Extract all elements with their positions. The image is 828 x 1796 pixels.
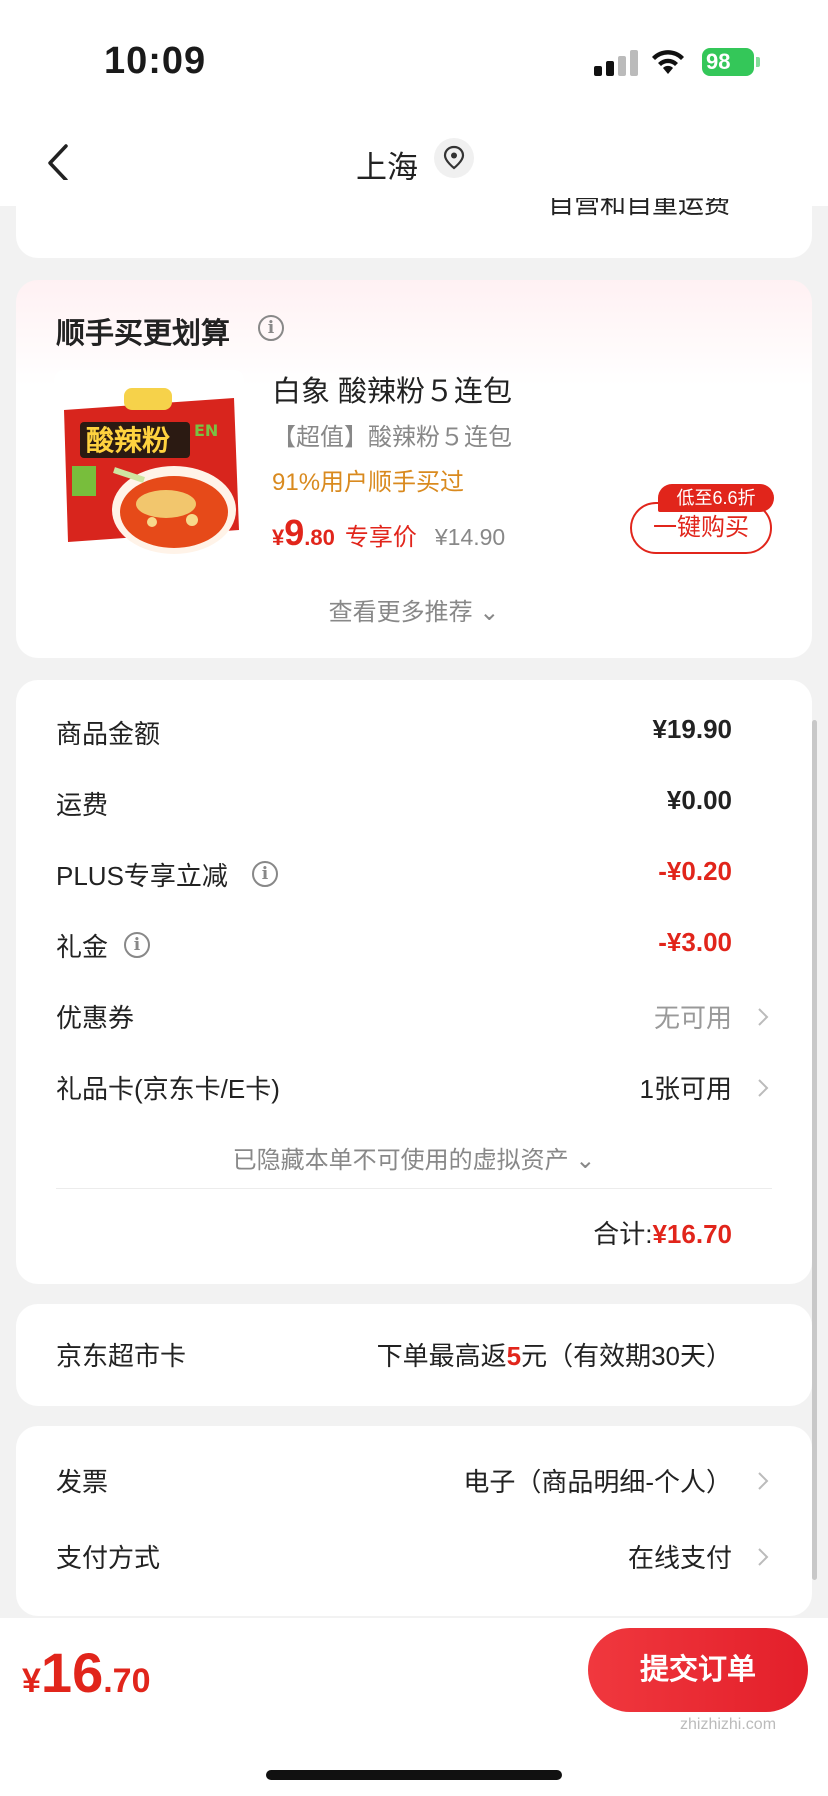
previous-section-text: 自营和自重运费	[547, 198, 730, 216]
total-label: 合计:	[593, 1219, 653, 1249]
row-gift-card[interactable]: 礼品卡(京东卡/E卡) 1张可用	[56, 1069, 732, 1109]
price-symbol: ¥	[22, 1662, 41, 1700]
row-value: 1张可用	[639, 1074, 732, 1104]
row-value: ¥0.00	[666, 785, 732, 815]
row-label: 优惠券	[56, 1003, 135, 1033]
price-integer: 9	[284, 512, 305, 553]
more-recommendations-link[interactable]: 查看更多推荐 ⌄	[16, 592, 812, 627]
row-value: 在线支付	[627, 1543, 732, 1573]
row-label: 发票	[56, 1467, 109, 1497]
recommend-title: 顺手买更划算	[56, 318, 231, 350]
row-value: ¥19.90	[652, 714, 732, 744]
value-number: 5	[506, 1341, 522, 1371]
row-value: 无可用	[653, 1003, 732, 1033]
submit-order-button[interactable]: 提交订单	[588, 1628, 808, 1712]
row-invoice[interactable]: 发票 电子（商品明细-个人）	[56, 1462, 732, 1502]
price-integer: 16	[40, 1641, 104, 1704]
location-pin-icon	[443, 145, 465, 170]
total-row: 合计:¥16.70	[593, 1214, 732, 1251]
row-goods-amount: 商品金额 ¥19.90	[56, 714, 732, 754]
svg-text:EN: EN	[194, 421, 218, 440]
row-label: 京东超市卡	[56, 1341, 187, 1371]
bottom-bar: ¥16.70 提交订单	[0, 1618, 828, 1796]
signal-icon	[594, 50, 638, 76]
row-label: 礼品卡(京东卡/E卡)	[56, 1074, 280, 1104]
row-label: 礼金	[56, 932, 109, 962]
battery-level: 98	[706, 49, 731, 74]
chevron-right-icon	[758, 1548, 769, 1566]
row-payment[interactable]: 支付方式 在线支付	[56, 1538, 732, 1578]
chevron-right-icon	[758, 1008, 769, 1026]
row-value: 电子（商品明细-个人）	[463, 1467, 732, 1497]
product-price-row: ¥9.80 专享价 ¥14.90	[272, 512, 505, 556]
price-decimal: .80	[304, 525, 335, 550]
battery-tip	[756, 57, 760, 67]
row-value: -¥3.00	[658, 927, 732, 957]
status-bar: 10:09 98	[0, 0, 828, 120]
clock: 10:09	[104, 40, 207, 82]
row-label: 支付方式	[56, 1543, 161, 1573]
price-decimal: .70	[103, 1662, 151, 1700]
scrollbar[interactable]	[812, 720, 817, 1580]
row-label: PLUS专享立减	[56, 861, 228, 891]
hidden-assets-note[interactable]: 已隐藏本单不可使用的虚拟资产 ⌄	[16, 1140, 812, 1175]
row-coupon[interactable]: 优惠券 无可用	[56, 998, 732, 1038]
gift-money-info-icon[interactable]: i	[124, 932, 150, 958]
row-plus-discount: PLUS专享立减 -¥0.20	[56, 856, 732, 896]
row-shipping: 运费 ¥0.00	[56, 785, 732, 825]
original-price: ¥14.90	[434, 524, 506, 550]
chevron-right-icon	[758, 1472, 769, 1490]
price-tag: 专享价	[344, 524, 417, 551]
row-label: 运费	[56, 790, 109, 820]
wifi-icon	[652, 50, 684, 74]
info-icon[interactable]: i	[258, 315, 284, 341]
value-prefix: 下单最高返	[376, 1341, 507, 1371]
battery-icon: 98	[702, 48, 754, 76]
watermark: zhizhizhi.com	[680, 1716, 777, 1733]
location-button[interactable]	[434, 138, 474, 178]
divider	[56, 1188, 772, 1189]
chevron-right-icon	[758, 1079, 769, 1097]
product-subtitle: 【超值】酸辣粉５连包	[272, 424, 512, 451]
total-value: ¥16.70	[652, 1219, 732, 1249]
product-buy-rate: 91%用户顺手买过	[272, 469, 465, 496]
jd-supermarket-card[interactable]: 京东超市卡 下单最高返5元（有效期30天）	[16, 1304, 812, 1406]
product-image[interactable]: 酸辣粉 EN	[54, 370, 244, 560]
svg-text:酸辣粉: 酸辣粉	[86, 424, 170, 457]
row-jd-card: 京东超市卡 下单最高返5元（有效期30天）	[56, 1336, 732, 1376]
discount-badge: 低至6.6折	[658, 484, 774, 512]
price-symbol: ¥	[272, 525, 285, 550]
noodle-package-icon: 酸辣粉 EN	[54, 370, 244, 560]
row-label: 商品金额	[56, 719, 161, 749]
plus-info-icon[interactable]: i	[252, 861, 278, 887]
row-value: 下单最高返5元（有效期30天）	[377, 1336, 732, 1373]
invoice-payment-card: 发票 电子（商品明细-个人） 支付方式 在线支付	[16, 1426, 812, 1616]
product-name[interactable]: 白象 酸辣粉５连包	[272, 368, 512, 410]
bottom-total-price: ¥16.70	[22, 1640, 150, 1705]
value-suffix: 元（有效期30天）	[521, 1341, 732, 1371]
previous-section: 自营和自重运费	[16, 180, 812, 258]
amount-card: 商品金额 ¥19.90 运费 ¥0.00 PLUS专享立减 -¥0.20 i 礼…	[16, 680, 812, 1284]
row-value: -¥0.20	[658, 856, 732, 886]
row-gift-money: 礼金 -¥3.00	[56, 927, 732, 967]
recommend-card: 顺手买更划算 i 酸辣粉 EN 白象 酸辣粉５连包 【超值】酸辣粉５连包 91%…	[16, 280, 812, 658]
home-indicator[interactable]	[266, 1770, 562, 1780]
